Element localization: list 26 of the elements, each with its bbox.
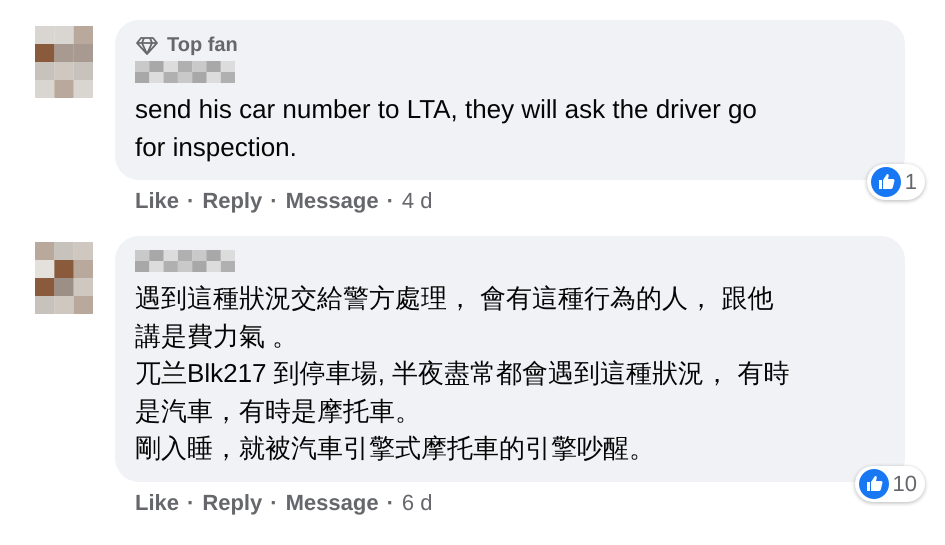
thumbs-up-icon <box>858 468 889 498</box>
reaction-badge[interactable]: 10 <box>854 466 925 502</box>
separator-dot: · <box>386 490 394 516</box>
diamond-icon <box>135 36 159 56</box>
separator-dot: · <box>270 188 278 214</box>
badge-label: Top fan <box>167 34 238 57</box>
comment-time: 6 d <box>402 490 432 516</box>
message-link[interactable]: Message <box>286 490 379 516</box>
reaction-count: 1 <box>904 169 917 195</box>
separator-dot: · <box>270 490 278 516</box>
comment-time: 4 d <box>402 188 432 214</box>
separator-dot: · <box>187 188 194 214</box>
comment-text: send his car number to LTA, they will ask the driver go for inspection. <box>135 93 758 164</box>
separator-dot: · <box>187 490 194 516</box>
comment-text: 遇到這種狀況交給警方處理， 會有這種行為的人， 跟他 講是費力氣 。 兀兰Blk217 到停車場, 半夜盡常都會遇到這種狀況， 有時 是汽車，有時是摩托車。 剛入睡，就被汽車引擎式摩托車的引擎吵醒。 <box>135 282 790 465</box>
reaction-count: 10 <box>892 470 917 496</box>
reaction-badge[interactable]: 1 <box>866 164 925 200</box>
reply-link[interactable]: Reply <box>202 188 262 214</box>
message-link[interactable]: Message <box>286 188 379 214</box>
like-link[interactable]: Like <box>135 188 180 214</box>
like-link[interactable]: Like <box>135 490 180 516</box>
thumbs-up-icon <box>870 167 901 197</box>
separator-dot: · <box>386 188 394 214</box>
blurred-avatar <box>35 242 93 314</box>
blurred-avatar <box>35 26 93 98</box>
reply-link[interactable]: Reply <box>202 490 262 516</box>
